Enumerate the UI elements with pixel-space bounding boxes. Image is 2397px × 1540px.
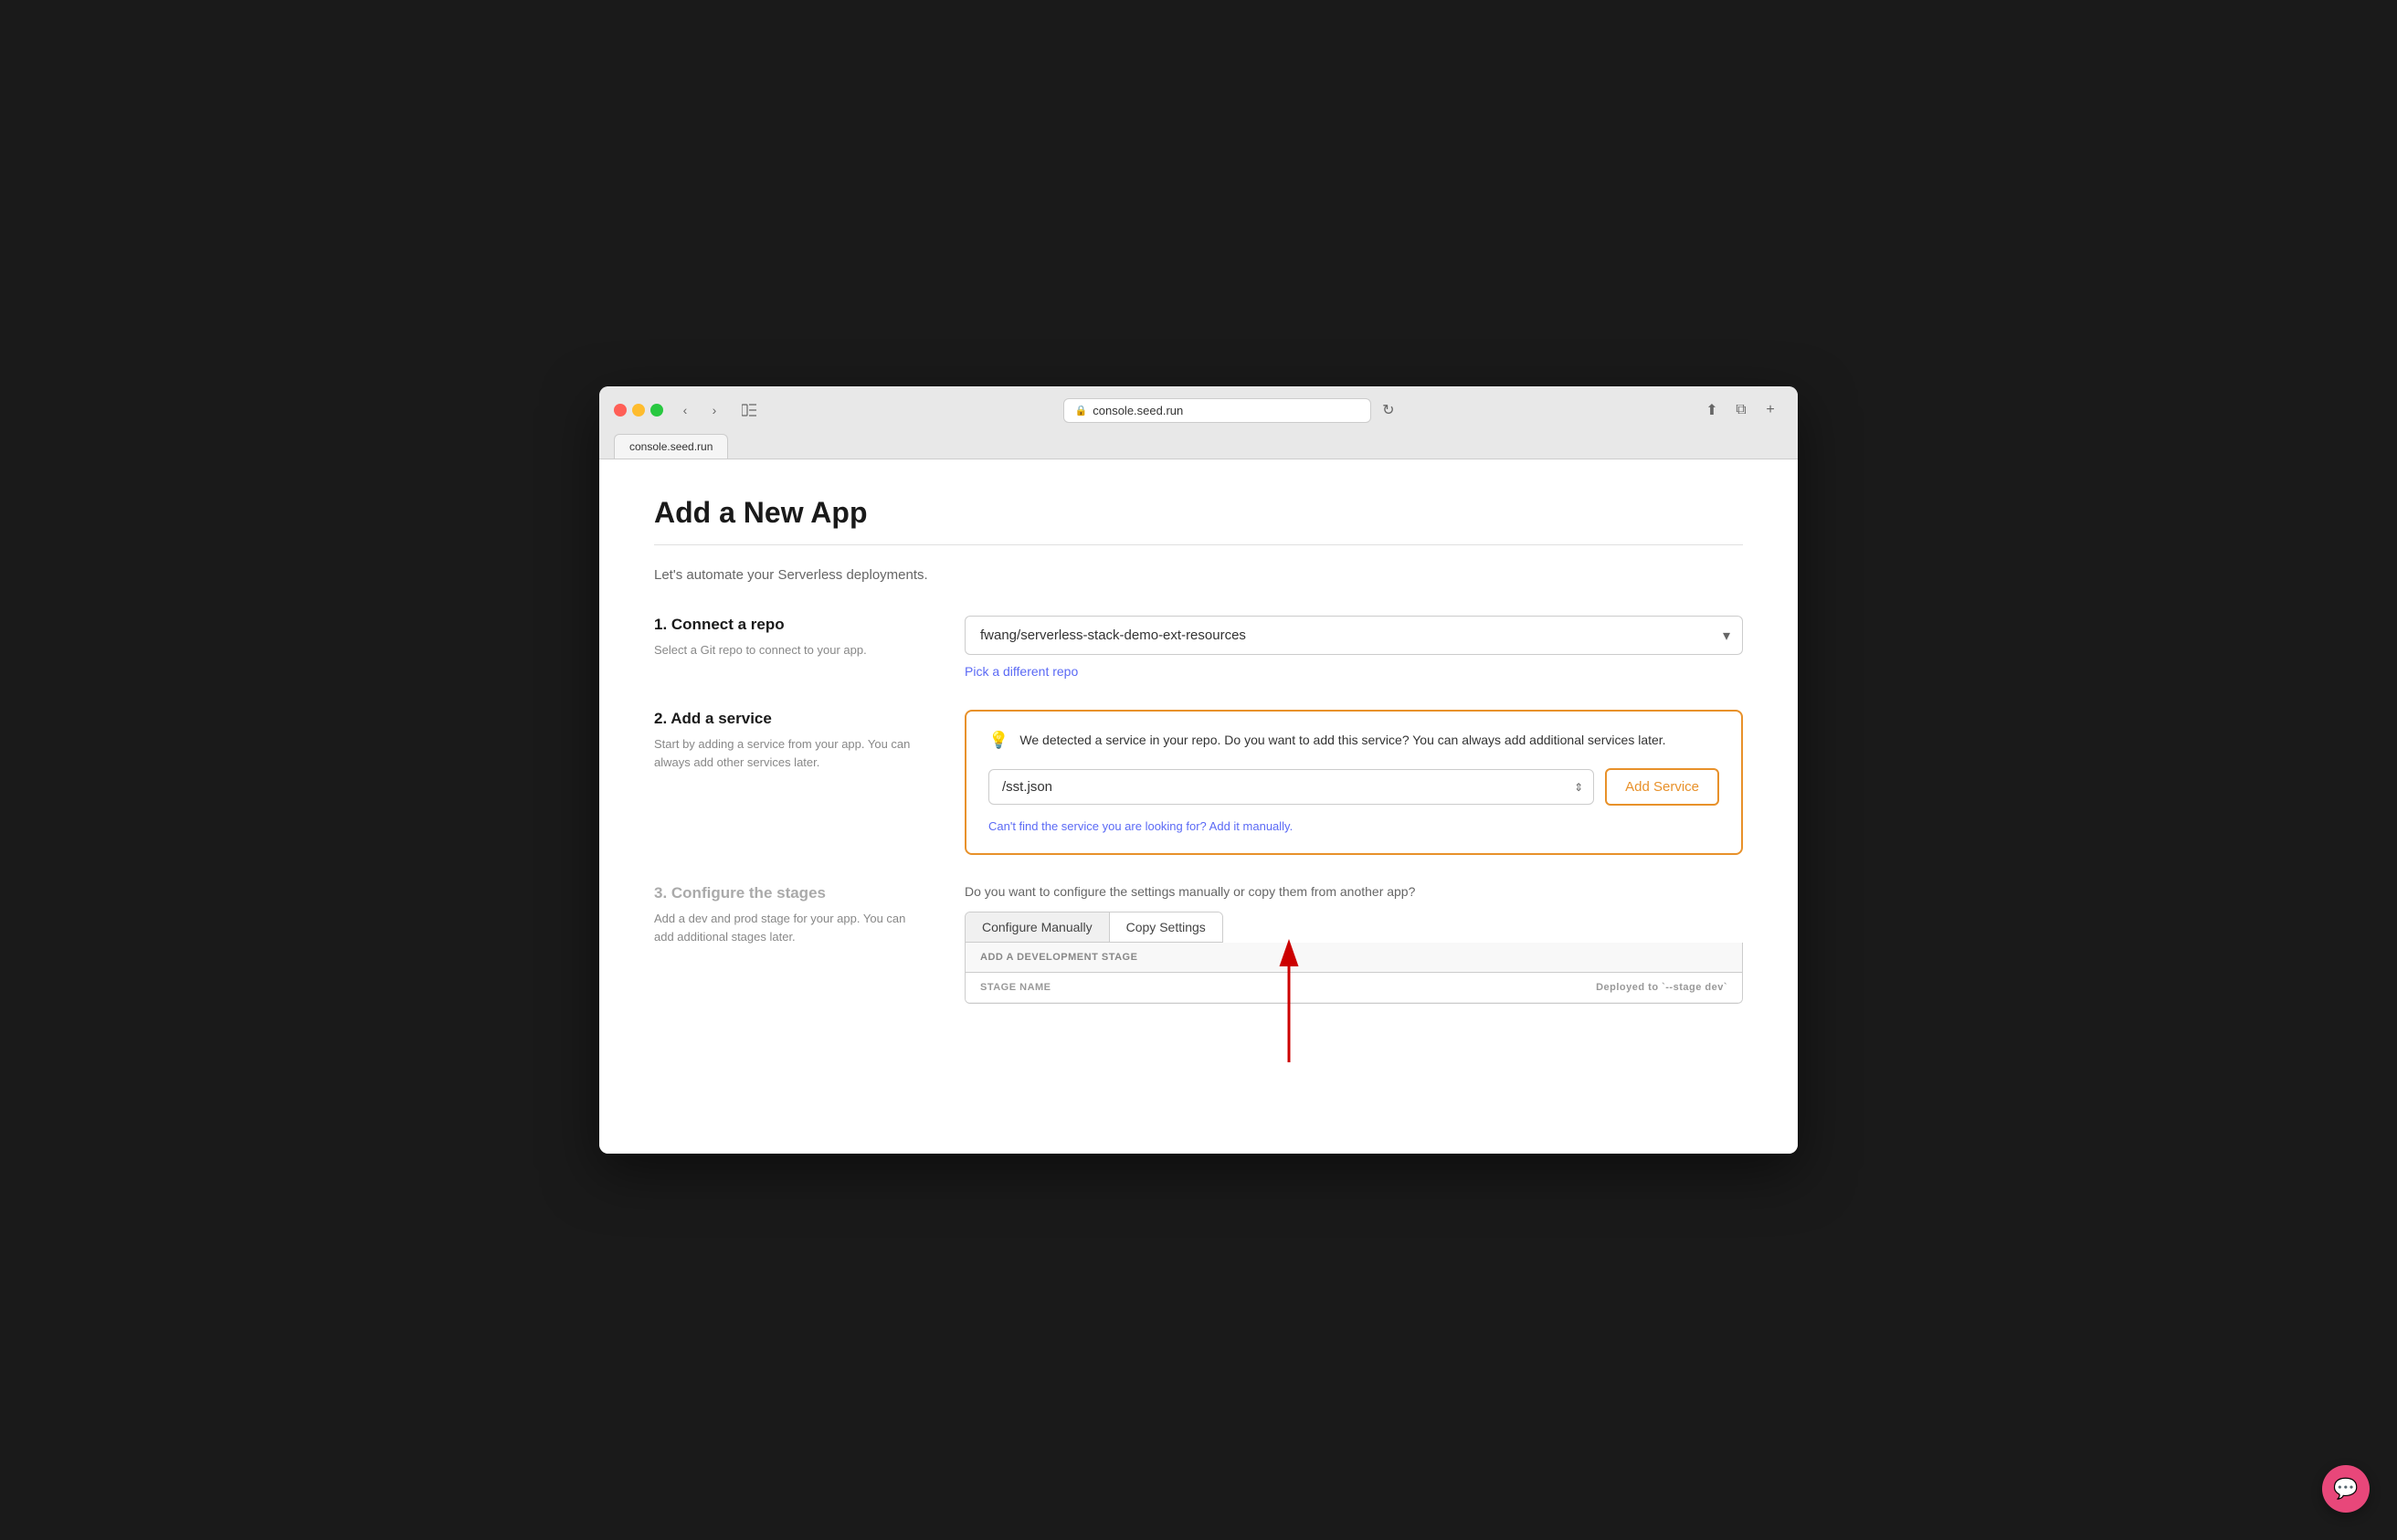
manual-link[interactable]: Can't find the service you are looking f… [988, 819, 1293, 833]
step-1-row: 1. Connect a repo Select a Git repo to c… [654, 616, 1743, 680]
col-stage-name: STAGE NAME [980, 982, 1051, 993]
tab-bar: console.seed.run [614, 434, 1783, 459]
refresh-button[interactable]: ↻ [1378, 397, 1398, 423]
back-button[interactable]: ‹ [672, 397, 698, 423]
step-3-description: Add a dev and prod stage for your app. Y… [654, 910, 928, 945]
bulb-icon: 💡 [988, 731, 1008, 750]
service-select-wrapper: /sst.json [988, 769, 1594, 805]
forward-button[interactable]: › [702, 397, 727, 423]
active-tab[interactable]: console.seed.run [614, 434, 728, 459]
sidebar-toggle-button[interactable] [736, 397, 762, 423]
nav-buttons: ‹ › [672, 397, 727, 423]
stage-header: ADD A DEVELOPMENT STAGE [966, 943, 1742, 973]
new-tab-button[interactable]: ⧉ [1728, 397, 1754, 423]
toolbar-right: ⬆ ⧉ + [1699, 397, 1783, 423]
steps-container: 1. Connect a repo Select a Git repo to c… [654, 616, 1743, 1004]
page-title: Add a New App [654, 496, 1743, 530]
step-1-right: fwang/serverless-stack-demo-ext-resource… [965, 616, 1743, 680]
chat-icon: 💬 [2333, 1477, 2358, 1501]
add-service-button[interactable]: Add Service [1605, 768, 1719, 806]
detection-header: 💡 We detected a service in your repo. Do… [988, 730, 1719, 750]
step-3-row: 3. Configure the stages Add a dev and pr… [654, 884, 1743, 1004]
repo-select[interactable]: fwang/serverless-stack-demo-ext-resource… [965, 616, 1743, 655]
step-1-left: 1. Connect a repo Select a Git repo to c… [654, 616, 928, 659]
step-2-right: 💡 We detected a service in your repo. Do… [965, 710, 1743, 855]
step-2-left: 2. Add a service Start by adding a servi… [654, 710, 928, 771]
traffic-lights [614, 404, 663, 417]
browser-window: ‹ › 🔒 console.seed.run ↻ [599, 386, 1798, 1154]
configure-tabs: Configure Manually Copy Settings [965, 912, 1223, 943]
close-button[interactable] [614, 404, 627, 417]
pick-repo-link[interactable]: Pick a different repo [965, 664, 1078, 679]
chat-button[interactable]: 💬 [2322, 1465, 2370, 1513]
step-3-right: Do you want to configure the settings ma… [965, 884, 1743, 1004]
page-subtitle: Let's automate your Serverless deploymen… [654, 567, 1743, 583]
tab-configure-manually[interactable]: Configure Manually [966, 912, 1110, 942]
stage-table-header: STAGE NAME Deployed to `--stage dev` [966, 973, 1742, 1003]
service-select[interactable]: /sst.json [988, 769, 1594, 805]
address-bar[interactable]: 🔒 console.seed.run [1063, 398, 1372, 423]
col-deployed-to: Deployed to `--stage dev` [1596, 982, 1727, 993]
tab-copy-settings[interactable]: Copy Settings [1110, 912, 1222, 942]
step-3-title: 3. Configure the stages [654, 884, 928, 902]
page-divider [654, 544, 1743, 545]
configure-question: Do you want to configure the settings ma… [965, 884, 1743, 899]
lock-icon: 🔒 [1075, 405, 1088, 417]
service-select-row: /sst.json Add Service [988, 768, 1719, 806]
add-tab-button[interactable]: + [1758, 397, 1783, 423]
step-2-title: 2. Add a service [654, 710, 928, 728]
minimize-button[interactable] [632, 404, 645, 417]
detection-text: We detected a service in your repo. Do y… [1019, 730, 1665, 750]
step-1-title: 1. Connect a repo [654, 616, 928, 634]
address-bar-row: 🔒 console.seed.run ↻ [771, 397, 1690, 423]
share-button[interactable]: ⬆ [1699, 397, 1725, 423]
step-2-row: 2. Add a service Start by adding a servi… [654, 710, 1743, 855]
maximize-button[interactable] [650, 404, 663, 417]
step-2-description: Start by adding a service from your app.… [654, 735, 928, 771]
stage-section: ADD A DEVELOPMENT STAGE STAGE NAME Deplo… [965, 943, 1743, 1004]
page-content: Add a New App Let's automate your Server… [599, 459, 1798, 1154]
step-3-left: 3. Configure the stages Add a dev and pr… [654, 884, 928, 945]
step-1-description: Select a Git repo to connect to your app… [654, 641, 928, 659]
repo-select-wrapper: fwang/serverless-stack-demo-ext-resource… [965, 616, 1743, 655]
service-detection-box: 💡 We detected a service in your repo. Do… [965, 710, 1743, 855]
url-text: console.seed.run [1093, 404, 1183, 417]
browser-chrome: ‹ › 🔒 console.seed.run ↻ [599, 386, 1798, 459]
